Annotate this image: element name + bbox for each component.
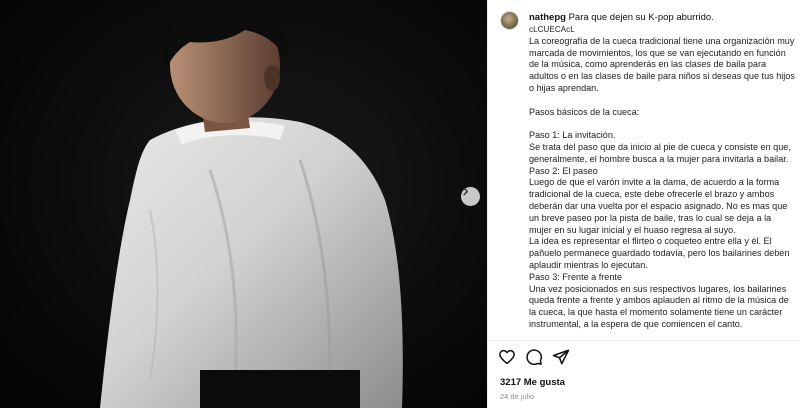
send-icon (552, 349, 570, 365)
like-button[interactable] (498, 348, 516, 366)
caption-paragraph: Paso 3: Frente a frente (529, 271, 623, 282)
likes-count[interactable]: 3217 Me gusta (500, 377, 565, 388)
caption-body: cLCUECAcL La coreografía de la cueca tra… (529, 24, 795, 331)
heart-icon (499, 349, 515, 365)
caption-paragraph: Luego de que el varón invite a la dama, … (529, 177, 788, 235)
post-media (0, 0, 487, 408)
post-details-panel: nathepg Para que dejen su K-pop aburrido… (487, 0, 800, 408)
caption-paragraph: Pasos básicos de la cueca: (529, 106, 640, 117)
caption-paragraph: Paso 2: El paseo (529, 165, 598, 176)
next-image-button[interactable] (461, 187, 480, 206)
caption-paragraph: La idea es representar el flirteo o coqu… (529, 236, 790, 270)
comment-icon (526, 349, 543, 366)
username-link[interactable]: nathepg (529, 12, 566, 23)
action-bar: 3217 Me gusta 24 de julio (488, 340, 800, 408)
source-tag: cLCUECAcL (529, 25, 575, 34)
post-date: 24 de julio (500, 392, 535, 401)
comment-button[interactable] (525, 348, 543, 366)
chevron-right-icon (463, 187, 469, 196)
photo-illustration (0, 0, 487, 408)
share-button[interactable] (552, 348, 570, 366)
avatar[interactable] (500, 11, 519, 30)
caption-paragraph: La coreografía de la cueca tradicional t… (529, 35, 795, 93)
caption-header: nathepg Para que dejen su K-pop aburrido… (529, 11, 714, 24)
caption-paragraph: Se trata del paso que da inicio al pie d… (529, 141, 791, 164)
caption-paragraph: Paso 1: La invitación. (529, 130, 616, 141)
caption-title: Para que dejen su K-pop aburrido. (568, 12, 714, 23)
caption-area: nathepg Para que dejen su K-pop aburrido… (488, 0, 800, 340)
caption-paragraph: Una vez posicionados en sus respectivos … (529, 283, 789, 329)
